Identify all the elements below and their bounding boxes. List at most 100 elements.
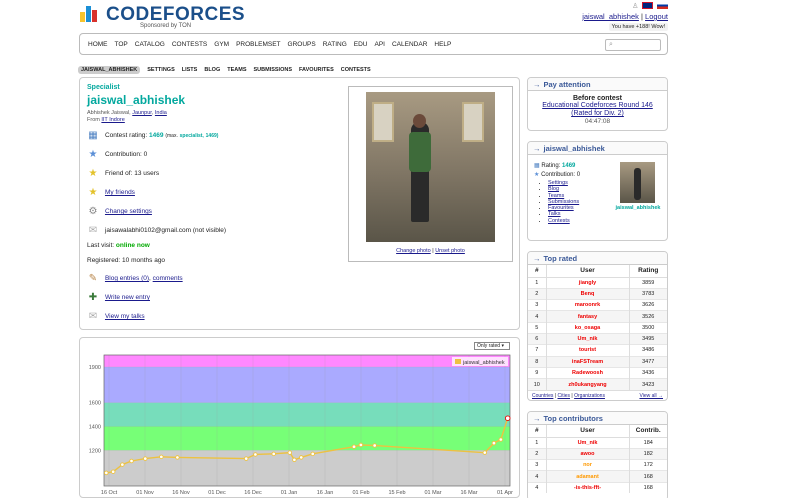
x-tick-label: 01 Dec <box>208 490 226 496</box>
header-notice[interactable]: You have +188! Wow! <box>608 23 668 31</box>
change-settings-link[interactable]: Change settings <box>105 208 152 215</box>
header-handle-link[interactable]: jaiswal_abhishek <box>582 12 639 21</box>
table-row: 4 adamant 168 <box>528 470 667 483</box>
my-talks-link[interactable]: View my talks <box>105 313 145 320</box>
rank-cell: 4 <box>528 481 547 494</box>
user-link[interactable]: Um_nik <box>578 440 598 446</box>
mini-contribution-value: 0 <box>576 172 581 178</box>
mini-link-1[interactable]: Blog <box>548 186 559 192</box>
upcoming-contest-link[interactable]: Educational Codeforces Round 146 (Rated … <box>528 102 667 118</box>
rating-cell: 3477 <box>628 355 667 368</box>
city-link[interactable]: Jaunpur <box>132 110 152 116</box>
mini-link-2[interactable]: Teams <box>548 193 564 199</box>
mini-link-4[interactable]: Favourites <box>548 205 574 211</box>
comments-link[interactable]: comments <box>153 275 183 282</box>
user-link[interactable]: tourist <box>579 347 596 353</box>
mini-link-3[interactable]: Submissions <box>548 199 579 205</box>
menu-item-11[interactable]: HELP <box>434 41 451 48</box>
submenu-item-1[interactable]: SETTINGS <box>147 67 175 73</box>
mini-avatar-name[interactable]: jaiswal_abhishek <box>612 205 664 211</box>
email-text: jaisawalabhi0102@gmail.com (not visible) <box>104 227 227 234</box>
top-rated-header: → Top rated <box>528 252 667 265</box>
user-cell: adamant <box>546 470 629 483</box>
countries-link[interactable]: Countries <box>532 393 553 399</box>
write-entry-link[interactable]: Write new entry <box>105 294 150 301</box>
menu-item-0[interactable]: HOME <box>88 41 108 48</box>
user-link[interactable]: Radewoosh <box>572 370 603 376</box>
rank-cell: 8 <box>528 355 547 368</box>
contest-countdown: 04:47:08 <box>584 118 611 125</box>
last-visit-label: Last visit: <box>87 242 115 249</box>
ru-flag-icon[interactable] <box>657 2 668 9</box>
user-settings-icon[interactable]: ♙ <box>632 2 638 10</box>
menu-item-4[interactable]: GYM <box>214 41 229 48</box>
my-friends-link[interactable]: My friends <box>105 189 135 196</box>
country-link[interactable]: India <box>155 110 167 116</box>
menu-item-2[interactable]: CATALOG <box>135 41 165 48</box>
user-link[interactable]: inaFSTream <box>572 359 603 365</box>
submenu-item-3[interactable]: BLOG <box>204 67 220 73</box>
user-link[interactable]: Um_nik <box>578 336 598 342</box>
rating-chart: 16 Oct 01 Nov 16 Nov 01 Dec 16 Dec 01 Jan 16 J… <box>89 354 513 496</box>
menu-item-10[interactable]: CALENDAR <box>392 41 427 48</box>
user-link[interactable]: fantasy <box>578 314 597 320</box>
change-photo-link[interactable]: Change photo <box>396 248 431 254</box>
y-tick-label: 1600 <box>89 401 101 407</box>
view-all-link[interactable]: View all → <box>639 393 663 399</box>
user-from-line: From IIT Indore <box>87 117 125 123</box>
user-rest: adewoosh <box>576 370 603 377</box>
top-rated-title: Top rated <box>543 254 578 263</box>
unset-photo-link[interactable]: Unset photo <box>435 248 465 254</box>
only-rated-select[interactable]: Only rated ▾ <box>474 342 510 350</box>
legend-label: jaiswal_abhishek <box>462 360 505 366</box>
blog-entries-link[interactable]: Blog entries (0) <box>105 275 149 282</box>
en-flag-icon[interactable] <box>642 2 654 9</box>
submenu-item-5[interactable]: SUBMISSIONS <box>253 67 292 73</box>
user-link[interactable]: Benq <box>581 291 595 297</box>
logout-link[interactable]: Logout <box>645 12 668 21</box>
menu-item-8[interactable]: EDU <box>354 41 368 48</box>
submenu-item-2[interactable]: LISTS <box>182 67 198 73</box>
menu-item-9[interactable]: API <box>375 41 385 48</box>
organization-link[interactable]: IIT Indore <box>101 117 124 123</box>
menu-item-7[interactable]: RATING <box>323 41 347 48</box>
menu-item-1[interactable]: TOP <box>115 41 128 48</box>
search-input[interactable]: ⌕ <box>605 39 661 51</box>
rating-label: Contest rating: <box>104 132 148 139</box>
rank-cell: 2 <box>528 447 547 460</box>
top-contributors-title: Top contributors <box>543 414 603 423</box>
rating-point <box>120 462 125 467</box>
menu-item-6[interactable]: GROUPS <box>288 41 316 48</box>
organizations-link[interactable]: Organizations <box>574 393 605 399</box>
user-link[interactable]: adamant <box>576 474 599 480</box>
submenu-item-4[interactable]: TEAMS <box>227 67 246 73</box>
legend-swatch <box>455 359 461 364</box>
user-link[interactable]: -is-this-fft- <box>574 485 601 491</box>
submenu-item-0[interactable]: JAISWAL_ABHISHEK <box>78 66 141 74</box>
mini-link-5[interactable]: Talks <box>548 211 561 217</box>
registered-row: Registered: 10 months ago <box>87 257 165 269</box>
user-link[interactable]: maroonrk <box>575 302 600 308</box>
x-tick-label: 16 Mar <box>460 490 477 496</box>
mini-avatar[interactable] <box>620 162 655 203</box>
user-link[interactable]: zh0ukangyang <box>568 382 606 388</box>
user-link[interactable]: jiangly <box>579 280 596 286</box>
submenu-item-7[interactable]: CONTESTS <box>341 67 371 73</box>
contrib-cell: 184 <box>628 436 667 449</box>
photo-links: Change photo | Unset photo <box>348 248 513 254</box>
menu-item-5[interactable]: PROBLEMSET <box>236 41 280 48</box>
user-cell: ko_osaga <box>546 321 629 334</box>
submenu-item-6[interactable]: FAVOURITES <box>299 67 334 73</box>
user-link[interactable]: awoo <box>580 451 594 457</box>
cities-link[interactable]: Cities <box>558 393 571 399</box>
user-link[interactable]: ko_osaga <box>575 325 600 331</box>
col-rank-header: # <box>528 265 547 278</box>
mini-link-6[interactable]: Contests <box>548 218 570 224</box>
mini-link-0[interactable]: Settings <box>548 180 568 186</box>
rank-cell: 5 <box>528 321 547 334</box>
rating-point <box>504 415 511 421</box>
rank-cell: 4 <box>528 310 547 323</box>
user-link[interactable]: nor <box>583 462 592 468</box>
user-realname-line: Abhishek Jaiswal, Jaunpur, India <box>87 110 167 116</box>
menu-item-3[interactable]: CONTESTS <box>172 41 207 48</box>
